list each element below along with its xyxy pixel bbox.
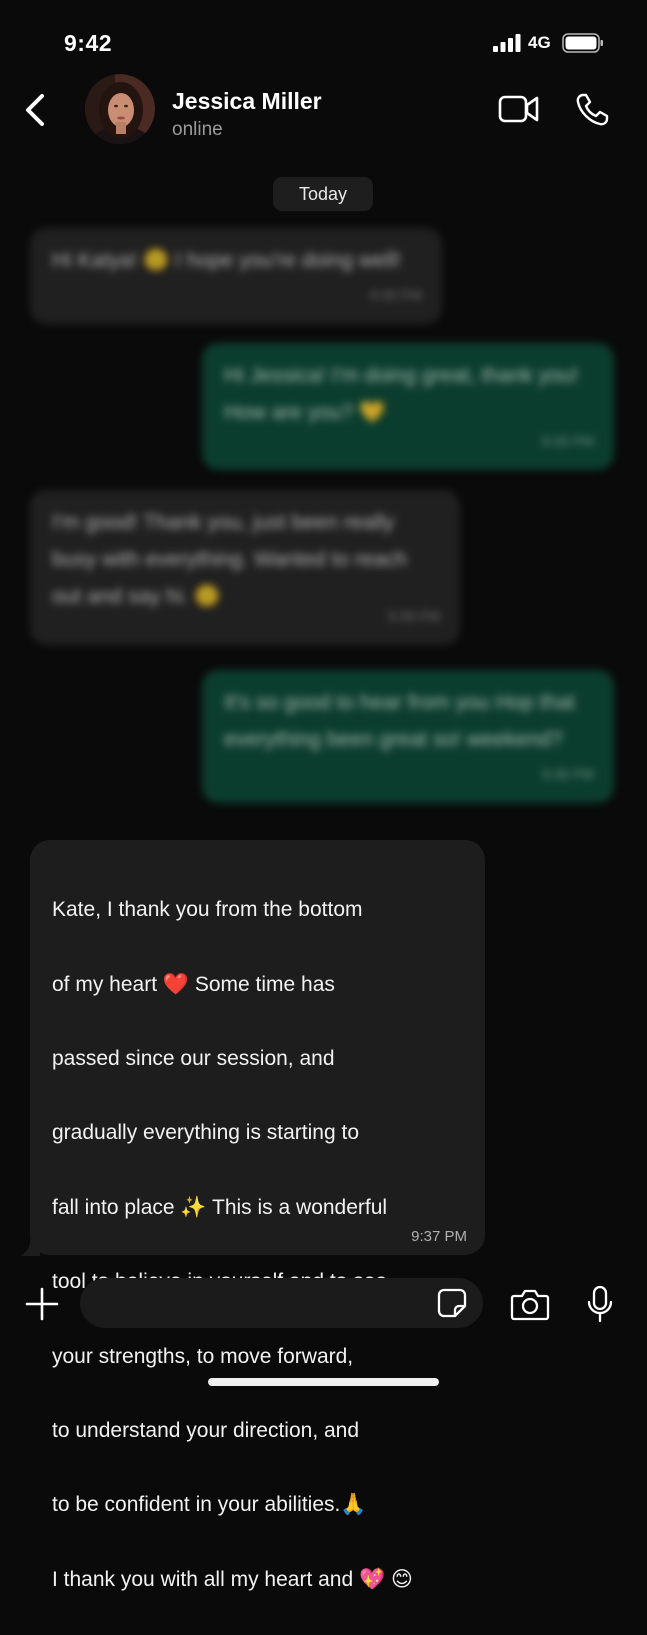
status-time: 9:42 — [64, 30, 113, 56]
message-text: It's so good to hear from you Hop that e… — [224, 691, 575, 751]
contact-status: online — [172, 119, 223, 140]
message-time: 9:36 PM — [541, 766, 594, 782]
message-line: Kate, I thank you from the bottom — [52, 898, 363, 922]
message-time: 9:36 PM — [387, 608, 440, 624]
chat-header: Jessica Miller online — [0, 72, 647, 152]
network-type: 4G — [528, 33, 551, 52]
chevron-left-icon[interactable] — [20, 90, 48, 130]
message-text: Hi Katya! 🙂 I hope you're doing well! — [52, 249, 401, 272]
message-text: Hi Jessica! I'm doing great, thank you! … — [224, 364, 579, 424]
message-composer — [0, 1270, 647, 1340]
message-line: fall into place ✨ This is a wonderful — [52, 1195, 388, 1219]
message-text: Kate, I thank you from the bottom of my … — [52, 854, 465, 1635]
contact-name[interactable]: Jessica Miller — [172, 88, 322, 115]
camera-icon[interactable] — [510, 1286, 550, 1322]
signal-strength-icon — [493, 34, 521, 52]
message-line: to understand your direction, and — [52, 1419, 360, 1443]
status-bar: 9:42 4G — [0, 0, 647, 80]
date-separator: Today — [273, 177, 373, 211]
message-line: I thank you with all my heart and 💖 😊 — [52, 1567, 413, 1591]
message-bubble-incoming[interactable]: I'm good! Thank you, just been really bu… — [30, 490, 460, 645]
message-line: passed since our session, and — [52, 1047, 335, 1071]
message-input[interactable] — [80, 1278, 483, 1328]
message-bubble-incoming[interactable]: Hi Katya! 🙂 I hope you're doing well! 9:… — [30, 228, 442, 324]
message-bubble-outgoing[interactable]: It's so good to hear from you Hop that e… — [202, 670, 614, 803]
phone-icon[interactable] — [574, 92, 610, 128]
message-line: gradually everything is starting to — [52, 1121, 359, 1145]
message-time: 9:35 PM — [541, 433, 594, 449]
battery-icon — [562, 33, 603, 53]
message-time: 9:35 PM — [369, 287, 422, 303]
message-line: of my heart ❤️ Some time has — [52, 972, 335, 996]
message-time: 9:37 PM — [411, 1228, 467, 1245]
home-indicator[interactable] — [208, 1378, 439, 1386]
plus-icon[interactable] — [24, 1286, 60, 1322]
message-list[interactable]: Today Hi Katya! 🙂 I hope you're doing we… — [0, 160, 647, 1591]
video-camera-icon[interactable] — [497, 92, 541, 126]
message-bubble-outgoing[interactable]: Hi Jessica! I'm doing great, thank you! … — [202, 343, 614, 470]
sticker-icon[interactable] — [436, 1287, 468, 1319]
message-bubble-incoming[interactable]: Kate, I thank you from the bottom of my … — [30, 840, 485, 1591]
avatar[interactable] — [85, 74, 155, 144]
message-line: your strengths, to move forward, — [52, 1344, 354, 1368]
microphone-icon[interactable] — [584, 1284, 616, 1324]
bubble-tail — [20, 1240, 40, 1256]
message-text: I'm good! Thank you, just been really bu… — [52, 511, 408, 608]
message-line: to be confident in your abilities.🙏 — [52, 1493, 367, 1517]
